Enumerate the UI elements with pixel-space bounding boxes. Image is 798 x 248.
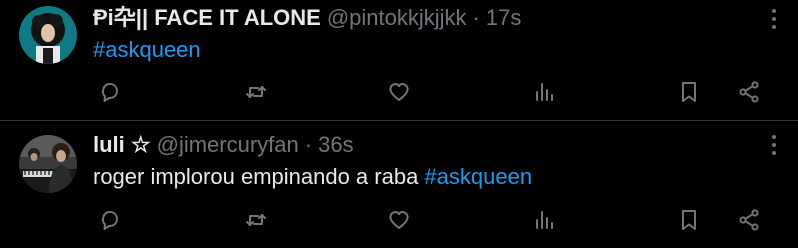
share-button[interactable] <box>734 205 764 235</box>
timestamp[interactable]: 17s <box>486 2 521 34</box>
views-button[interactable] <box>529 205 559 235</box>
like-icon <box>389 83 409 101</box>
like-icon <box>389 211 409 229</box>
action-bar <box>95 77 798 107</box>
views-icon <box>536 211 553 229</box>
tweet[interactable]: luli ☆ @jimercuryfan · 36s roger imploro… <box>0 121 798 248</box>
hashtag-link[interactable]: #askqueen <box>93 37 201 62</box>
hashtag-link[interactable]: #askqueen <box>424 164 532 189</box>
display-name[interactable]: Ᵽi卆|| FACE IT ALONE <box>93 2 321 34</box>
tweet-header: luli ☆ @jimercuryfan · 36s <box>93 129 758 161</box>
tweet-text-body: roger implorou empinando a raba <box>93 164 425 189</box>
handle[interactable]: @pintokkjkjjkk <box>327 2 467 34</box>
reply-button[interactable] <box>95 77 125 107</box>
separator: · <box>304 132 313 157</box>
avatar[interactable] <box>19 6 77 64</box>
retweet-icon <box>246 86 266 98</box>
share-button[interactable] <box>734 77 764 107</box>
like-button[interactable] <box>384 205 414 235</box>
retweet-icon <box>246 214 266 226</box>
reply-icon <box>102 83 118 102</box>
share-icon <box>739 209 759 231</box>
views-button[interactable] <box>529 77 559 107</box>
action-bar <box>95 205 798 235</box>
more-options-icon[interactable] <box>770 134 778 156</box>
retweet-button[interactable] <box>241 205 271 235</box>
tweet-text: roger implorou empinando a raba #askquee… <box>93 162 758 192</box>
bookmark-icon <box>682 210 696 230</box>
reply-button[interactable] <box>95 205 125 235</box>
more-options-icon[interactable] <box>770 8 778 30</box>
timestamp[interactable]: 36s <box>318 129 353 161</box>
avatar[interactable] <box>19 135 77 193</box>
display-name[interactable]: luli ☆ <box>93 129 151 161</box>
bookmark-icon <box>682 82 696 102</box>
piano-photo-avatar-icon <box>19 135 77 193</box>
bookmark-button[interactable] <box>674 205 704 235</box>
like-button[interactable] <box>384 77 414 107</box>
tweet[interactable]: Ᵽi卆|| FACE IT ALONE @pintokkjkjjkk · 17s… <box>0 0 798 121</box>
reply-icon <box>102 211 118 230</box>
views-icon <box>536 83 553 101</box>
separator: · <box>472 5 480 30</box>
tweet-text: #askqueen <box>93 35 758 65</box>
retweet-button[interactable] <box>241 77 271 107</box>
curly-hair-avatar-icon <box>19 6 77 64</box>
handle[interactable]: @jimercuryfan <box>157 129 299 161</box>
share-icon <box>739 81 759 103</box>
bookmark-button[interactable] <box>674 77 704 107</box>
tweet-header: Ᵽi卆|| FACE IT ALONE @pintokkjkjjkk · 17s <box>93 2 758 34</box>
